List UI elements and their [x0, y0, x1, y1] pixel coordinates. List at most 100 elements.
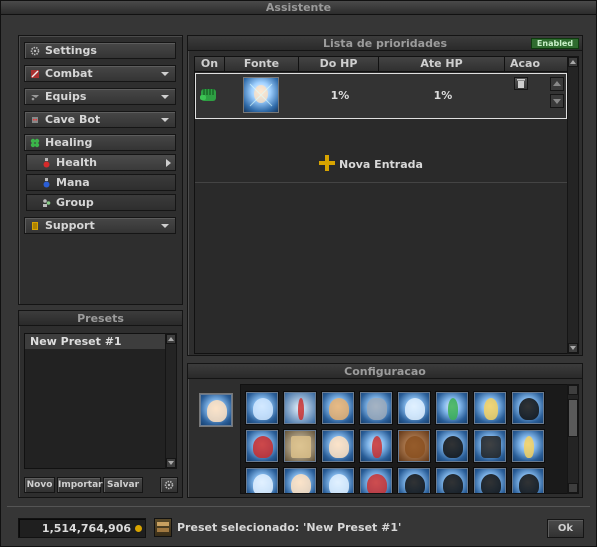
chevron-right-icon: [166, 159, 171, 167]
add-entry-label: Nova Entrada: [339, 158, 423, 171]
store-icon-button[interactable]: [154, 518, 172, 537]
spell-slot[interactable]: [245, 429, 279, 463]
submenu-group-label: Group: [56, 196, 94, 209]
scroll-thumb[interactable]: [568, 399, 578, 437]
importar-button[interactable]: Importar: [57, 477, 103, 493]
assistant-window: Assistente Settings Combat Equips Cave B…: [0, 0, 597, 547]
spell-slot[interactable]: [473, 467, 507, 493]
chevron-down-icon: [161, 95, 169, 99]
gear-icon: [164, 480, 174, 490]
spell-slot[interactable]: [359, 391, 393, 425]
spell-slot[interactable]: [435, 391, 469, 425]
healing-icon: [30, 138, 40, 148]
spell-slot[interactable]: [359, 429, 393, 463]
submenu-health-label: Health: [56, 156, 97, 169]
menu-equips-label: Equips: [45, 90, 87, 103]
ok-button[interactable]: Ok: [547, 519, 584, 538]
row-do-hp: 1%: [330, 89, 350, 102]
heal-spell-icon: [249, 83, 273, 107]
menu-panel: Settings Combat Equips Cave Bot Healing …: [18, 35, 183, 305]
presets-list: New Preset #1: [24, 333, 166, 469]
presets-scrollbar[interactable]: [165, 333, 177, 469]
spell-slot[interactable]: [511, 467, 545, 493]
col-on: On: [195, 57, 225, 71]
preset-settings-button[interactable]: [160, 477, 178, 493]
spell-slot[interactable]: [321, 391, 355, 425]
plus-icon: [319, 155, 335, 171]
spell-slot[interactable]: [321, 467, 355, 493]
novo-button[interactable]: Novo: [24, 477, 55, 493]
spell-slot[interactable]: [283, 391, 317, 425]
gold-value: 1,514,764,906: [41, 522, 131, 535]
menu-settings-label: Settings: [45, 44, 97, 57]
col-fonte: Fonte: [225, 57, 299, 71]
salvar-button[interactable]: Salvar: [103, 477, 143, 493]
spell-slot[interactable]: [283, 467, 317, 493]
combat-icon: [31, 70, 39, 78]
spell-slot[interactable]: [473, 429, 507, 463]
presets-title: Presets: [19, 311, 182, 326]
menu-support-button[interactable]: Support: [24, 217, 176, 234]
chevron-down-icon: [161, 118, 169, 122]
footer-divider: [7, 506, 590, 507]
chevron-down-icon: [161, 72, 169, 76]
row-move-down-button[interactable]: [550, 94, 564, 108]
row-ate-hp: 1%: [433, 89, 453, 102]
priority-title: Lista de prioridades: [188, 36, 582, 51]
scroll-down-button[interactable]: [568, 483, 578, 493]
gear-icon: [30, 46, 40, 56]
add-entry-button[interactable]: Nova Entrada: [195, 147, 567, 183]
status-text: Preset selecionado: 'New Preset #1': [177, 521, 402, 534]
spell-slot[interactable]: [245, 391, 279, 425]
spell-slot[interactable]: [435, 467, 469, 493]
mana-potion-icon: [43, 178, 50, 188]
submenu-group-button[interactable]: Group: [26, 194, 176, 211]
scroll-up-button[interactable]: [568, 385, 578, 395]
spell-slot[interactable]: [397, 429, 431, 463]
spell-slot[interactable]: [473, 391, 507, 425]
priority-scrollbar[interactable]: [567, 56, 579, 354]
spell-slot[interactable]: [245, 467, 279, 493]
col-do-hp: Do HP: [299, 57, 379, 71]
spell-slot[interactable]: [283, 429, 317, 463]
arrow-down-icon: [553, 99, 561, 104]
row-fonte-spell[interactable]: [243, 77, 279, 113]
submenu-mana-button[interactable]: Mana: [26, 174, 176, 191]
row-move-up-button[interactable]: [550, 77, 564, 91]
stack-icon: [157, 522, 169, 532]
menu-support-label: Support: [45, 219, 95, 232]
spell-slot[interactable]: [321, 429, 355, 463]
selected-spell-icon[interactable]: [199, 393, 233, 427]
priority-panel: Lista de prioridades Enabled On Fonte Do…: [187, 35, 583, 356]
menu-cavebot-button[interactable]: Cave Bot: [24, 111, 176, 128]
config-scrollbar[interactable]: [567, 384, 579, 494]
spell-slot[interactable]: [397, 467, 431, 493]
row-delete-button[interactable]: [514, 77, 528, 90]
menu-equips-button[interactable]: Equips: [24, 88, 176, 105]
gold-coin-icon: [135, 525, 142, 532]
config-title: Configuracao: [188, 364, 582, 379]
spell-slot[interactable]: [397, 391, 431, 425]
spell-grid: [240, 384, 568, 494]
spell-slot[interactable]: [435, 429, 469, 463]
menu-cavebot-label: Cave Bot: [45, 113, 101, 126]
submenu-mana-label: Mana: [56, 176, 90, 189]
spell-slot[interactable]: [511, 391, 545, 425]
spell-slot[interactable]: [359, 467, 393, 493]
menu-combat-button[interactable]: Combat: [24, 65, 176, 82]
spell-slot[interactable]: [511, 429, 545, 463]
col-acao: Acao: [509, 57, 540, 70]
table-row[interactable]: 1% 1%: [195, 73, 567, 119]
arrow-up-icon: [553, 81, 561, 86]
col-ate-hp: Ate HP: [379, 57, 505, 71]
row-on-toggle[interactable]: [199, 86, 221, 106]
submenu-health-button[interactable]: Health: [26, 154, 176, 171]
menu-combat-label: Combat: [45, 67, 93, 80]
menu-healing-button[interactable]: Healing: [24, 134, 176, 151]
menu-healing-label: Healing: [45, 136, 93, 149]
preset-item[interactable]: New Preset #1: [25, 334, 165, 349]
presets-panel: Presets New Preset #1 Novo Importar Salv…: [18, 310, 183, 498]
menu-settings-button[interactable]: Settings: [24, 42, 176, 59]
green-fist-icon: [200, 89, 216, 101]
enabled-badge[interactable]: Enabled: [531, 38, 579, 49]
